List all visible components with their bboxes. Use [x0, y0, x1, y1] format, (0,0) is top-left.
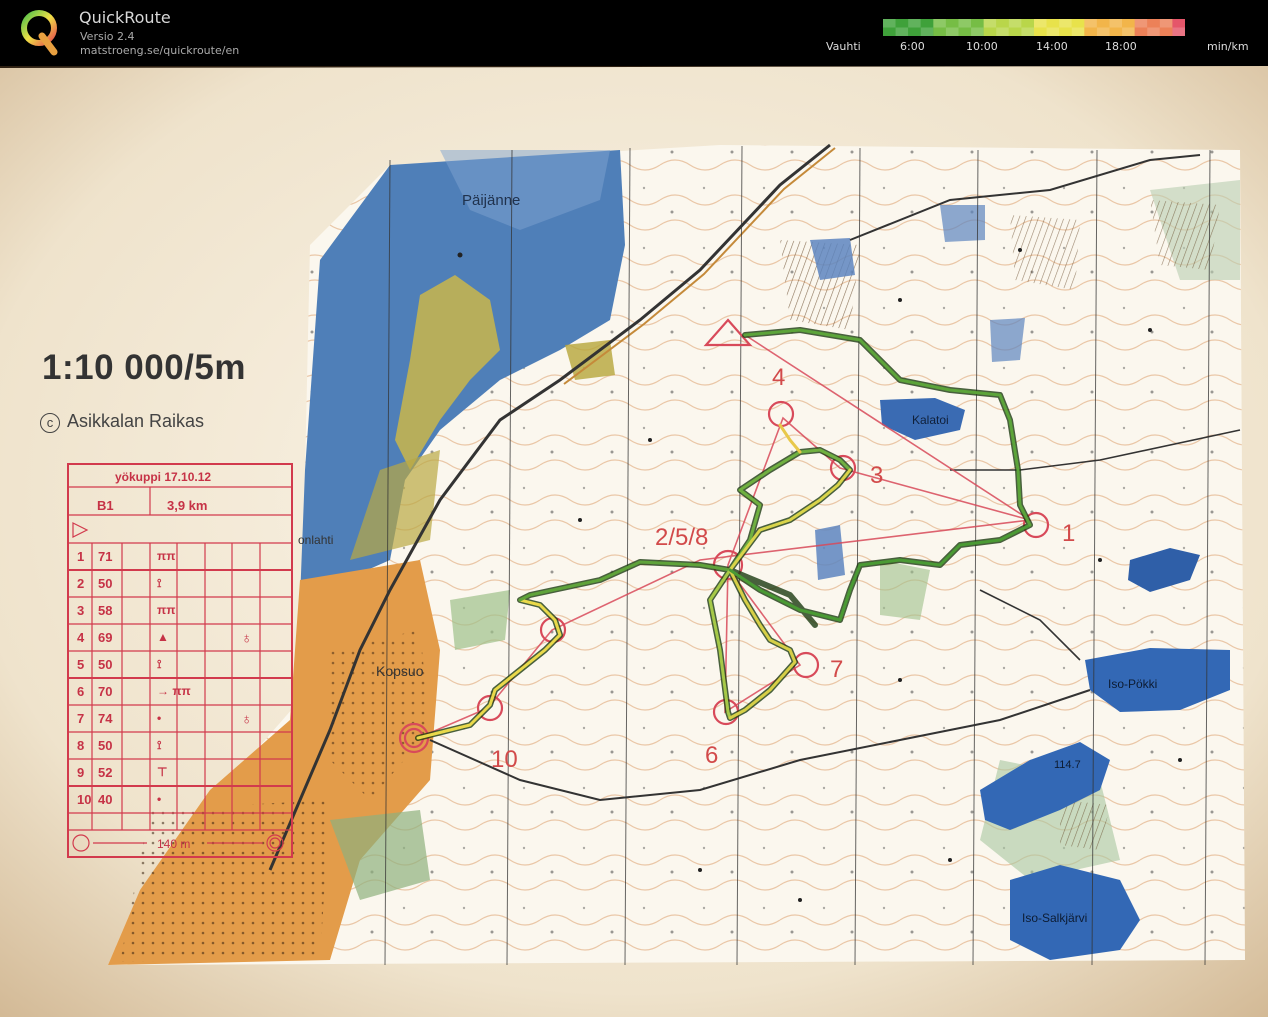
label-kalatoi: Kalatoi: [912, 413, 949, 427]
card-row-code: 69: [98, 630, 113, 645]
top-bar: QuickRoute Versio 2.4 matstroeng.se/quic…: [0, 0, 1268, 66]
card-row-number: 4: [77, 630, 85, 645]
card-row-symbol: ⟟: [157, 738, 162, 752]
card-event: yökuppi 17.10.12: [115, 470, 212, 484]
card-row-symbol: ⟟: [157, 657, 162, 671]
card-row-number: 3: [77, 603, 85, 618]
card-row-extra: ♁: [241, 711, 253, 728]
label-kopsuo: Kopsuo: [376, 663, 424, 679]
card-class: B1: [97, 498, 114, 513]
club-name: Asikkalan Raikas: [67, 411, 205, 431]
pace-tick-2: 10:00: [966, 40, 998, 53]
control-1-label: 1: [1062, 520, 1076, 547]
control-description-card: yökuppi 17.10.12 B1 3,9 km 1 71 ππ 2 50 ⟟ 3 58 π…: [67, 463, 293, 858]
pace-unit: min/km: [1207, 40, 1249, 53]
card-row-symbol: •: [157, 792, 162, 806]
control-3-label: 3: [870, 462, 884, 489]
card-row-symbol: ππ: [157, 603, 176, 617]
card-row-number: 1: [77, 549, 85, 564]
pace-tick-1: 6:00: [900, 40, 925, 53]
map-view[interactable]: 1:10 000/5m c Asikkalan Raikas Päijänne K…: [0, 66, 1268, 1017]
card-row-code: 74: [98, 711, 113, 726]
card-row-number: 10: [77, 792, 92, 807]
card-row-number: 5: [77, 657, 85, 672]
control-4-label: 4: [772, 364, 786, 391]
card-row-number: 6: [77, 684, 85, 699]
app-title: QuickRoute: [79, 8, 171, 27]
control-10-label: 10: [491, 746, 518, 773]
card-row-symbol: → ππ: [157, 684, 191, 698]
card-row-number: 8: [77, 738, 85, 753]
card-row-number: 2: [77, 576, 85, 591]
card-row-code: 52: [98, 765, 113, 780]
card-row-code: 50: [98, 576, 113, 591]
card-row-code: 50: [98, 738, 113, 753]
pace-label: Vauhti: [826, 40, 861, 53]
copyright-line: c Asikkalan Raikas: [40, 411, 204, 433]
label-lahti: onlahti: [298, 533, 334, 547]
label-iso-pokki: Iso-Pökki: [1108, 677, 1158, 691]
card-row-code: 50: [98, 657, 113, 672]
control-258-label: 2/5/8: [655, 524, 709, 551]
label-iso-salkjarvi: Iso-Salkjärvi: [1022, 911, 1088, 925]
pace-tick-3: 14:00: [1036, 40, 1068, 53]
copyright-symbol: c: [40, 413, 60, 433]
map-scale: 1:10 000/5m: [42, 348, 246, 387]
pace-tick-4: 18:00: [1105, 40, 1137, 53]
card-row-extra: ♁: [241, 630, 253, 647]
card-finish-distance: 140 m: [157, 837, 191, 851]
card-row-symbol: ⟟: [157, 576, 162, 590]
card-row-number: 9: [77, 765, 85, 780]
card-row-code: 71: [98, 549, 113, 564]
app-url: matstroeng.se/quickroute/en: [80, 44, 240, 57]
card-row-symbol: •: [157, 711, 162, 725]
card-row-symbol: ▲: [157, 630, 169, 644]
card-row-code: 40: [98, 792, 113, 807]
quickroute-logo-icon: [21, 10, 58, 56]
control-7-label: 7: [830, 656, 844, 683]
label-height: 114.7: [1054, 759, 1081, 771]
control-6-label: 6: [705, 742, 719, 769]
label-paijanne: Päijänne: [462, 192, 521, 209]
card-row-symbol: ⊤: [157, 765, 168, 779]
card-row-code: 70: [98, 684, 113, 699]
app-version: Versio 2.4: [80, 30, 135, 43]
card-row-number: 7: [77, 711, 85, 726]
card-row-code: 58: [98, 603, 113, 618]
pace-color-scale: [883, 19, 1185, 36]
card-length: 3,9 km: [167, 498, 208, 513]
card-row-symbol: ππ: [157, 549, 176, 563]
